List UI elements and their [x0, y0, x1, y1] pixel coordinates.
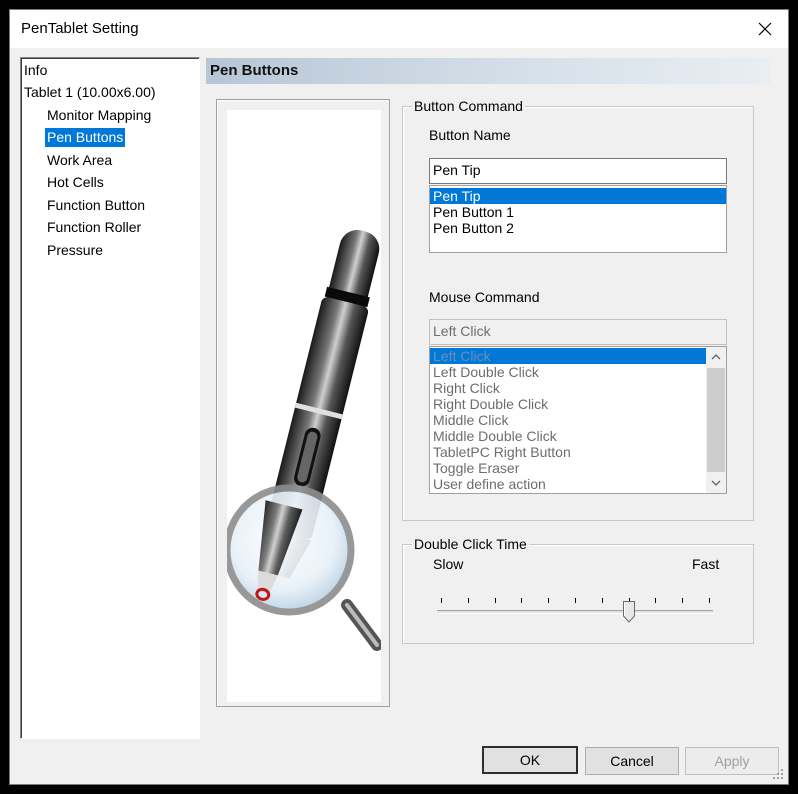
mouse-command-field[interactable]: Left Click: [429, 319, 727, 345]
pen-illustration: [223, 110, 383, 702]
slider-tick: [521, 598, 523, 603]
mouse-list-scrollbar[interactable]: [706, 347, 726, 493]
tree-item-pen-buttons[interactable]: Pen Buttons: [45, 128, 126, 147]
scroll-up-icon[interactable]: [706, 347, 726, 367]
button-name-list[interactable]: Pen Tip Pen Button 1 Pen Button 2: [429, 185, 727, 253]
list-item[interactable]: Pen Tip: [430, 188, 726, 204]
tree-item-monitor-mapping[interactable]: Monitor Mapping: [45, 106, 153, 125]
list-item[interactable]: Right Double Click: [430, 396, 726, 412]
slider-tick: [467, 598, 469, 603]
list-item[interactable]: TabletPC Right Button: [430, 444, 726, 460]
settings-tree[interactable]: Info Tablet 1 (10.00x6.00) Monitor Mappi…: [20, 57, 200, 739]
apply-button[interactable]: Apply: [685, 747, 779, 775]
slider-slow-label: Slow: [433, 556, 464, 572]
tree-item-work-area[interactable]: Work Area: [45, 151, 114, 170]
list-item[interactable]: Toggle Eraser: [430, 460, 726, 476]
list-item[interactable]: Right Click: [430, 380, 726, 396]
mouse-command-label: Mouse Command: [429, 289, 540, 305]
pen-with-magnifier-icon: [223, 229, 383, 651]
slider-tick: [601, 598, 603, 603]
slider-tick: [441, 598, 442, 603]
list-item[interactable]: Pen Button 1: [430, 204, 726, 220]
slider-tick: [709, 598, 710, 603]
tree-item-info[interactable]: Info: [22, 61, 49, 80]
close-icon: [758, 22, 772, 36]
button-name-field[interactable]: Pen Tip: [429, 158, 727, 184]
scroll-down-icon[interactable]: [706, 473, 726, 493]
slider-tick: [548, 598, 550, 603]
list-item[interactable]: Middle Double Click: [430, 428, 726, 444]
double-click-legend: Double Click Time: [412, 536, 529, 552]
title-bar: PenTablet Setting: [10, 10, 788, 48]
list-item[interactable]: Left Click: [430, 348, 706, 364]
ok-button[interactable]: OK: [482, 746, 578, 774]
tree-item-pressure[interactable]: Pressure: [45, 241, 105, 260]
button-name-label: Button Name: [429, 127, 511, 143]
slider-tick: [575, 598, 576, 603]
slider-tick: [682, 598, 684, 603]
slider-tick: [655, 598, 657, 603]
list-item[interactable]: Pen Button 2: [430, 220, 726, 236]
mouse-command-list[interactable]: Left Click Left Double Click Right Click…: [429, 346, 727, 494]
cancel-button[interactable]: Cancel: [585, 747, 679, 775]
pen-image-panel: [216, 99, 390, 707]
button-command-legend: Button Command: [412, 98, 525, 114]
pentablet-setting-window: PenTablet Setting Info Tablet 1 (10.00x6…: [9, 9, 789, 785]
close-button[interactable]: [742, 10, 788, 48]
double-click-slider-thumb[interactable]: [622, 601, 635, 626]
tree-item-tablet[interactable]: Tablet 1 (10.00x6.00): [22, 83, 158, 102]
page-header: Pen Buttons: [206, 58, 771, 84]
slider-tick: [494, 598, 496, 603]
page-title: Pen Buttons: [210, 62, 299, 79]
window-title: PenTablet Setting: [21, 20, 139, 37]
list-item[interactable]: Left Double Click: [430, 364, 726, 380]
slider-fast-label: Fast: [692, 556, 720, 572]
tree-item-function-button[interactable]: Function Button: [45, 196, 147, 215]
list-item[interactable]: User define action: [430, 476, 726, 492]
list-item[interactable]: Middle Click: [430, 412, 726, 428]
tree-item-function-roller[interactable]: Function Roller: [45, 218, 143, 237]
scroll-thumb[interactable]: [707, 368, 725, 472]
tree-item-hot-cells[interactable]: Hot Cells: [45, 173, 106, 192]
double-click-slider-track[interactable]: [437, 610, 713, 614]
resize-grip-icon[interactable]: [772, 768, 784, 780]
